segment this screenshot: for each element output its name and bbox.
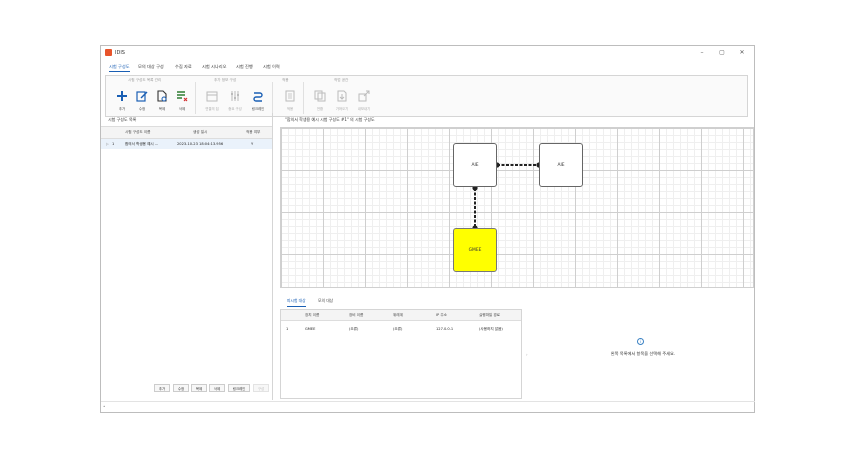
- col-exec-path: 실행파일 경로: [479, 313, 500, 317]
- status-dot: •: [103, 404, 106, 409]
- ribbon-group-apply: 적용: [282, 78, 289, 82]
- menu-mock-target[interactable]: 모의 대상 구성: [138, 64, 164, 70]
- menu-test-config[interactable]: 시험 구성도: [109, 64, 130, 72]
- ribbon-apply-button[interactable]: 적용: [281, 90, 299, 114]
- ribbon-separator: [195, 82, 196, 114]
- table-row[interactable]: 1 GMEE (오류) (오류) 127.0.0.1 (사용하지 않음): [281, 325, 521, 334]
- info-message: 왼쪽 목록에서 항목을 선택해 주세요.: [610, 351, 676, 356]
- target-path: (사용하지 않음): [479, 327, 503, 331]
- target-table: 장치 이름 장비 이름 위레계 IP 주소 실행파일 경로 1 GMEE (오류…: [280, 309, 522, 399]
- col-created: 생성 일시: [193, 130, 208, 134]
- copy-doc-icon: [314, 90, 326, 102]
- row-config-name: 합의서 학생용 예시 ...: [125, 142, 159, 146]
- ribbon-add-button[interactable]: 추가: [113, 90, 131, 114]
- close-icon[interactable]: ✕: [735, 48, 749, 57]
- ribbon-group-extra: 추가 정보 구성: [214, 78, 237, 82]
- menu-test-progress[interactable]: 시험 진행: [236, 64, 253, 70]
- left-edit-button[interactable]: 수정: [173, 384, 189, 392]
- left-config-button[interactable]: 구성: [253, 384, 269, 392]
- col-ip: IP 주소: [436, 313, 447, 317]
- left-panel-title: 시험 구성도 목록: [108, 117, 137, 122]
- row-index: 1: [112, 142, 115, 146]
- maximize-icon[interactable]: ▢: [715, 48, 729, 57]
- col-zone: 위레계: [393, 313, 403, 317]
- left-copy-button[interactable]: 복제: [191, 384, 207, 392]
- ribbon-separator: [303, 82, 304, 114]
- menu-bar: 시험 구성도 모의 대상 구성 수집 자료 시험 시나리오 시험 진행 시험 이…: [101, 62, 754, 72]
- menu-test-history[interactable]: 시험 이력: [263, 64, 280, 70]
- ribbon-switch-button[interactable]: 전환: [311, 90, 329, 114]
- node-aie-1[interactable]: AIE: [453, 143, 497, 187]
- col-equip-name: 장비 이름: [349, 313, 364, 317]
- title-bar: IDIS – ▢ ✕: [101, 46, 754, 60]
- ribbon-delete-button[interactable]: 삭제: [173, 90, 191, 114]
- ribbon-export-button[interactable]: 내보내기: [355, 90, 373, 114]
- target-table-header: 장치 이름 장비 이름 위레계 IP 주소 실행파일 경로: [281, 310, 521, 321]
- collapse-handle[interactable]: ›: [526, 352, 528, 357]
- ribbon-copy-button[interactable]: 복제: [153, 90, 171, 114]
- target-device: GMEE: [305, 327, 316, 331]
- target-row-index: 1: [286, 327, 289, 331]
- ribbon-group-workspace: 작업 공간: [334, 78, 349, 82]
- ribbon-import-button[interactable]: 가져오기: [333, 90, 351, 114]
- diagram-canvas[interactable]: AIE AIE GMEE: [280, 127, 754, 288]
- minimize-icon[interactable]: –: [695, 48, 709, 57]
- node-gmee[interactable]: GMEE: [453, 228, 497, 272]
- plus-icon: [117, 91, 127, 101]
- col-applied: 적용 여부: [246, 130, 261, 134]
- link-icon: [253, 92, 263, 102]
- ribbon-linklane-button[interactable]: 링크레인: [249, 90, 267, 114]
- ribbon-separator: [272, 82, 273, 114]
- left-delete-button[interactable]: 삭제: [209, 384, 225, 392]
- row-created: 2023-10-23 18:04:13.956: [177, 142, 224, 146]
- info-icon: i: [637, 338, 644, 345]
- tab-mock[interactable]: 모의 대상: [318, 298, 333, 304]
- ribbon: 시험 구성도 목록 관리 추가 정보 구성 적용 작업 공간 추가 수정 복제 …: [105, 75, 748, 117]
- copy-icon: [157, 90, 167, 102]
- ribbon-link-button[interactable]: 연결의 집: [203, 90, 221, 114]
- ribbon-important-button[interactable]: 중요 구성: [226, 90, 244, 114]
- left-table-header: 시험 구성도 이름 생성 일시 적용 여부: [101, 126, 272, 139]
- ribbon-group-list: 시험 구성도 목록 관리: [128, 78, 162, 82]
- node-aie-2[interactable]: AIE: [539, 143, 583, 187]
- connection-layer: [472, 162, 542, 231]
- edit-icon: [136, 91, 148, 102]
- row-expand-icon[interactable]: ▷: [106, 142, 109, 146]
- menu-test-scenario[interactable]: 시험 시나리오: [202, 64, 226, 70]
- target-ip: 127.0.0.1: [436, 327, 454, 331]
- left-add-button[interactable]: 추가: [154, 384, 170, 392]
- tab-target[interactable]: 피시험 대상: [287, 298, 306, 307]
- col-device-name: 장치 이름: [305, 313, 320, 317]
- ribbon-edit-button[interactable]: 수정: [133, 90, 151, 114]
- splitter[interactable]: [272, 113, 273, 400]
- table-row[interactable]: ▷ 1 합의서 학생용 예시 ... 2023-10-23 18:04:13.9…: [101, 139, 272, 149]
- menu-collected-data[interactable]: 수집 자료: [175, 64, 192, 70]
- row-applied: Y: [251, 142, 254, 146]
- status-bar: •: [101, 401, 755, 413]
- target-zone: (오류): [393, 327, 403, 331]
- app-logo-icon: [105, 49, 112, 56]
- delete-list-icon: [177, 91, 188, 102]
- sliders-icon: [231, 91, 239, 101]
- col-config-name: 시험 구성도 이름: [125, 130, 151, 134]
- export-icon: [358, 90, 370, 102]
- left-linklane-button[interactable]: 링크레인: [228, 384, 250, 392]
- calendar-icon: [206, 91, 218, 102]
- canvas-title: "합의서 학생용 예시 시험 구성도 #1" 의 시험 구성도: [285, 117, 375, 122]
- import-icon: [337, 90, 347, 102]
- target-equip: (오류): [349, 327, 359, 331]
- window-title: IDIS: [115, 50, 125, 56]
- document-icon: [285, 90, 295, 102]
